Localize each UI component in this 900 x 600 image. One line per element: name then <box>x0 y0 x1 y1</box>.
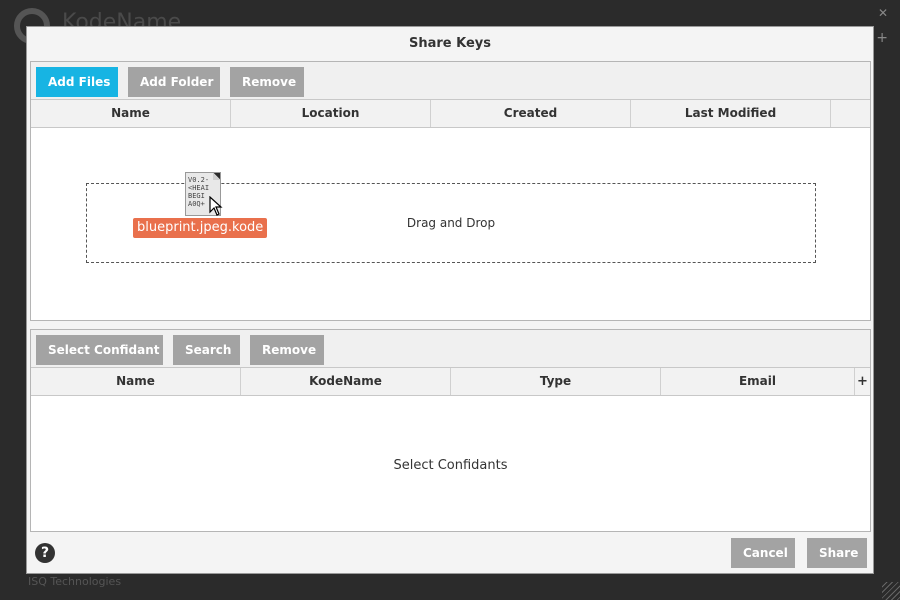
files-panel: Add Files Add Folder Remove Name Locatio… <box>30 61 871 321</box>
select-confidant-button[interactable]: Select Confidant <box>36 335 163 365</box>
remove-confidant-button[interactable]: Remove <box>250 335 324 365</box>
column-type[interactable]: Type <box>451 368 661 395</box>
help-icon[interactable]: ? <box>35 543 55 563</box>
dragged-file-label: blueprint.jpeg.kode <box>133 218 268 238</box>
column-name[interactable]: Name <box>31 368 241 395</box>
confidants-panel: Select Confidant Search Remove Name Kode… <box>30 329 871 532</box>
plus-icon[interactable]: + <box>876 30 888 46</box>
add-folder-button[interactable]: Add Folder <box>128 67 220 97</box>
share-keys-dialog: Share Keys Add Files Add Folder Remove N… <box>26 26 874 574</box>
column-kodename[interactable]: KodeName <box>241 368 451 395</box>
column-email[interactable]: Email <box>661 368 855 395</box>
app-footer-text: ISQ Technologies <box>28 575 122 588</box>
resize-grip-icon[interactable] <box>882 582 900 600</box>
mouse-cursor-icon <box>209 196 223 216</box>
add-files-button[interactable]: Add Files <box>36 67 118 97</box>
search-button[interactable]: Search <box>173 335 240 365</box>
cancel-button[interactable]: Cancel <box>731 538 795 568</box>
empty-confidants-text: Select Confidants <box>393 458 508 473</box>
column-created[interactable]: Created <box>431 100 631 127</box>
dialog-title: Share Keys <box>408 36 492 51</box>
files-table-header: Name Location Created Last Modified <box>31 100 870 128</box>
files-toolbar: Add Files Add Folder Remove <box>31 62 870 100</box>
add-column-icon[interactable]: + <box>855 368 870 395</box>
column-name[interactable]: Name <box>31 100 231 127</box>
column-last-modified[interactable]: Last Modified <box>631 100 831 127</box>
share-button[interactable]: Share <box>807 538 867 568</box>
confidants-table-header: Name KodeName Type Email + <box>31 368 870 396</box>
close-icon[interactable]: ✕ <box>878 6 888 20</box>
column-location[interactable]: Location <box>231 100 431 127</box>
remove-files-button[interactable]: Remove <box>230 67 304 97</box>
confidants-toolbar: Select Confidant Search Remove <box>31 330 870 368</box>
